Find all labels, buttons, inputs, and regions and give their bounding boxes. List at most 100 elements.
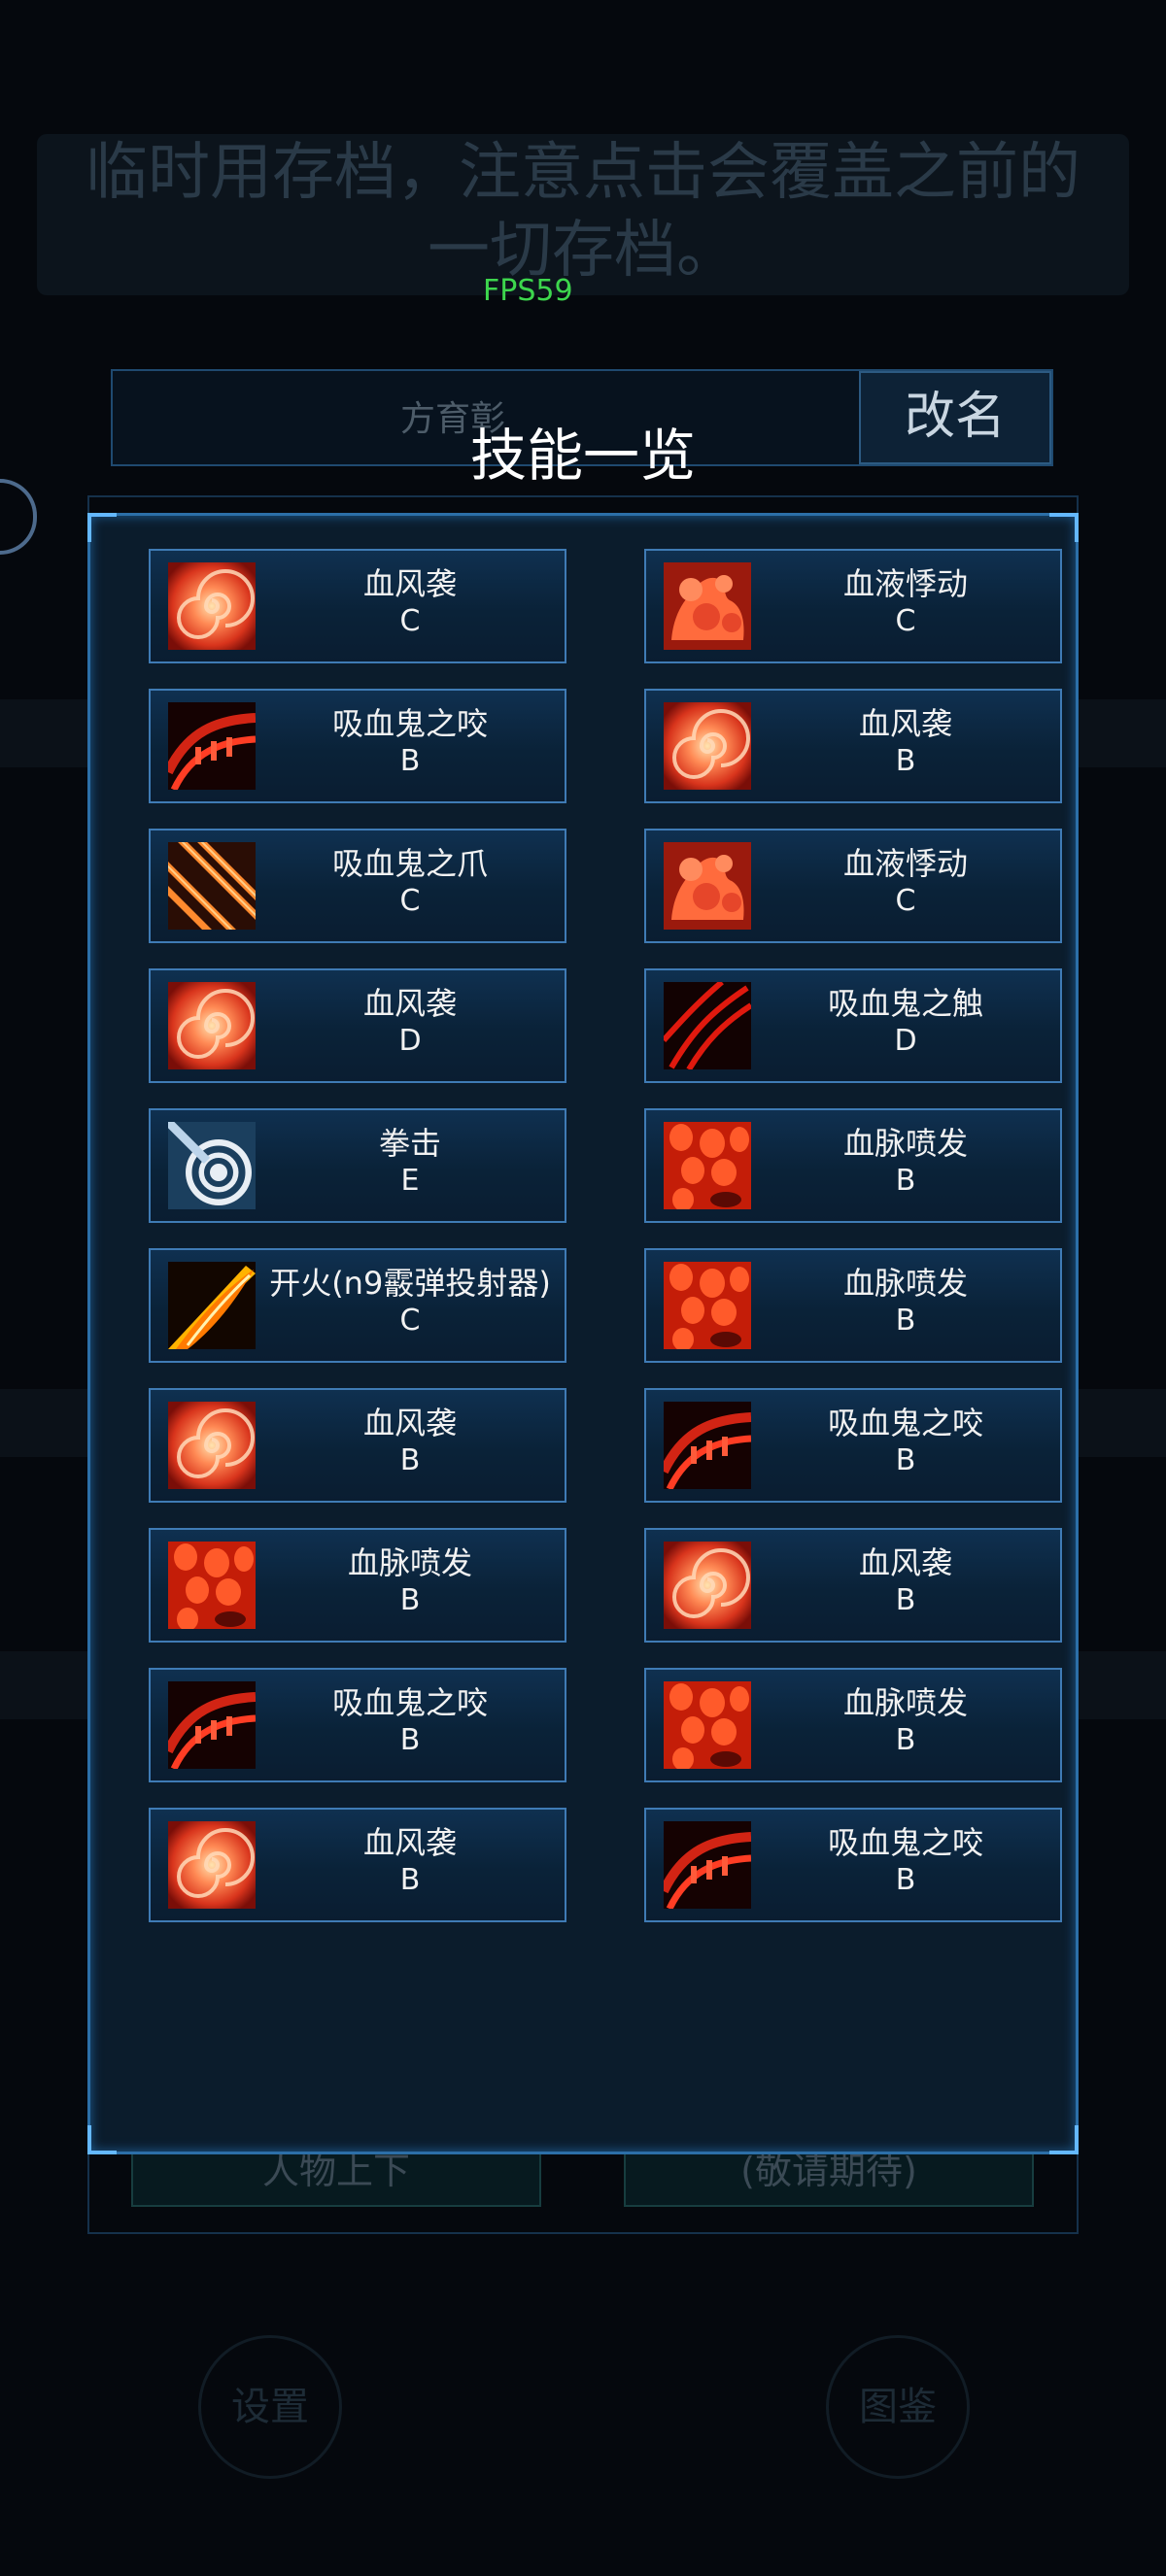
- skill-text: 吸血鬼之咬 B: [751, 1404, 1060, 1479]
- skill-card[interactable]: 血风袭 B: [149, 1808, 566, 1922]
- skill-text: 血风袭 C: [256, 564, 565, 640]
- skill-text: 血风袭 B: [256, 1823, 565, 1899]
- skill-name: 开火(n9霰弹投射器): [269, 1265, 551, 1302]
- skill-text: 血风袭 B: [751, 704, 1060, 780]
- skill-card[interactable]: 血液悸动 C: [644, 549, 1062, 663]
- skill-card[interactable]: 吸血鬼之咬 B: [644, 1388, 1062, 1503]
- skill-card[interactable]: 吸血鬼之咬 B: [644, 1808, 1062, 1922]
- skill-text: 吸血鬼之咬 B: [256, 1683, 565, 1759]
- skill-grade: B: [895, 1443, 916, 1477]
- swirl-icon: [168, 1821, 256, 1909]
- skill-text: 血脉喷发 B: [751, 1124, 1060, 1200]
- skill-name: 血液悸动: [842, 565, 968, 602]
- skill-card[interactable]: 吸血鬼之咬 B: [149, 689, 566, 803]
- skill-card[interactable]: 吸血鬼之咬 B: [149, 1668, 566, 1782]
- skill-card[interactable]: 血风袭 B: [644, 689, 1062, 803]
- claw-icon: [168, 842, 256, 930]
- skill-grade: B: [895, 1723, 916, 1757]
- skill-card[interactable]: 血风袭 D: [149, 968, 566, 1083]
- skill-card[interactable]: 血风袭 C: [149, 549, 566, 663]
- skill-grade: C: [399, 604, 421, 638]
- skill-grade: B: [399, 1723, 421, 1757]
- skill-text: 血液悸动 C: [751, 564, 1060, 640]
- skill-text: 吸血鬼之咬 B: [751, 1823, 1060, 1899]
- skill-name: 吸血鬼之咬: [827, 1405, 983, 1441]
- skill-text: 吸血鬼之咬 B: [256, 704, 565, 780]
- panel-corner: [87, 513, 117, 542]
- skill-card[interactable]: 血脉喷发 B: [644, 1248, 1062, 1363]
- panel-corner: [87, 2125, 117, 2154]
- skill-name: 血风袭: [858, 1544, 952, 1581]
- skill-text: 血脉喷发 B: [751, 1264, 1060, 1339]
- burst-icon: [664, 1262, 751, 1349]
- skill-grade: B: [895, 1863, 916, 1897]
- skill-grade: B: [399, 1583, 421, 1617]
- skill-name: 吸血鬼之触: [827, 985, 983, 1022]
- skill-grade: B: [399, 1863, 421, 1897]
- skill-name: 血脉喷发: [842, 1684, 968, 1721]
- splash-icon: [664, 562, 751, 650]
- dialog-title: 技能一览: [469, 423, 696, 489]
- panel-corner: [1049, 513, 1079, 542]
- bite-icon: [664, 1402, 751, 1489]
- swirl-icon: [168, 1402, 256, 1489]
- skill-name: 吸血鬼之咬: [827, 1824, 983, 1861]
- skill-text: 血脉喷发 B: [256, 1543, 565, 1619]
- skill-card[interactable]: 血风袭 B: [644, 1528, 1062, 1643]
- burst-icon: [664, 1681, 751, 1769]
- save-notice: 临时用存档，注意点击会覆盖之前的一切存档。: [37, 134, 1129, 295]
- skill-grade: B: [895, 1304, 916, 1338]
- skill-grade: D: [894, 1024, 917, 1058]
- skill-name: 吸血鬼之爪: [331, 845, 488, 882]
- skill-name: 血脉喷发: [842, 1265, 968, 1302]
- bite-icon: [168, 702, 256, 790]
- skill-grade: B: [399, 744, 421, 778]
- skill-name: 吸血鬼之咬: [331, 1684, 488, 1721]
- skill-card[interactable]: 血脉喷发 B: [149, 1528, 566, 1643]
- bite-icon: [664, 1821, 751, 1909]
- skill-text: 吸血鬼之爪 C: [256, 844, 565, 920]
- burst-icon: [168, 1542, 256, 1629]
- skill-grade: B: [895, 1583, 916, 1617]
- skill-card[interactable]: 血脉喷发 B: [644, 1108, 1062, 1223]
- fire-icon: [168, 1262, 256, 1349]
- settings-button: 设置: [198, 2335, 342, 2479]
- skill-name: 血脉喷发: [842, 1125, 968, 1162]
- skill-name: 血风袭: [858, 705, 952, 742]
- skill-card[interactable]: 血液悸动 C: [644, 829, 1062, 943]
- skill-grade: C: [399, 1304, 421, 1338]
- skill-text: 拳击 E: [256, 1124, 565, 1200]
- skill-text: 血风袭 B: [256, 1404, 565, 1479]
- skill-grade: D: [398, 1024, 422, 1058]
- skill-name: 吸血鬼之咬: [331, 705, 488, 742]
- skill-text: 血风袭 B: [751, 1543, 1060, 1619]
- skill-grade: E: [400, 1164, 420, 1198]
- skill-name: 拳击: [378, 1125, 441, 1162]
- skill-grade: C: [895, 604, 916, 638]
- bite-icon: [168, 1681, 256, 1769]
- skill-card[interactable]: 开火(n9霰弹投射器) C: [149, 1248, 566, 1363]
- skill-card[interactable]: 血风袭 B: [149, 1388, 566, 1503]
- skill-card[interactable]: 吸血鬼之触 D: [644, 968, 1062, 1083]
- punch-icon: [168, 1122, 256, 1209]
- skill-grade: B: [895, 1164, 916, 1198]
- skill-card[interactable]: 血脉喷发 B: [644, 1668, 1062, 1782]
- swirl-icon: [168, 982, 256, 1069]
- skill-text: 血液悸动 C: [751, 844, 1060, 920]
- skill-text: 血脉喷发 B: [751, 1683, 1060, 1759]
- skill-grade: B: [895, 744, 916, 778]
- skill-name: 血液悸动: [842, 845, 968, 882]
- skill-card[interactable]: 吸血鬼之爪 C: [149, 829, 566, 943]
- skill-text: 吸血鬼之触 D: [751, 984, 1060, 1060]
- skill-grade: B: [399, 1443, 421, 1477]
- skill-card[interactable]: 拳击 E: [149, 1108, 566, 1223]
- gallery-button: 图鉴: [826, 2335, 970, 2479]
- touch-icon: [664, 982, 751, 1069]
- swirl-icon: [664, 702, 751, 790]
- skill-grade: C: [895, 884, 916, 918]
- panel-corner: [1049, 2125, 1079, 2154]
- skill-grid: 血风袭 C 血液悸动 C 吸血鬼之咬 B 血风袭 B 吸血鬼之爪 C 血液悸动 C: [149, 549, 1062, 1922]
- skill-text: 开火(n9霰弹投射器) C: [256, 1264, 565, 1339]
- skill-name: 血风袭: [362, 565, 457, 602]
- skill-name: 血风袭: [362, 985, 457, 1022]
